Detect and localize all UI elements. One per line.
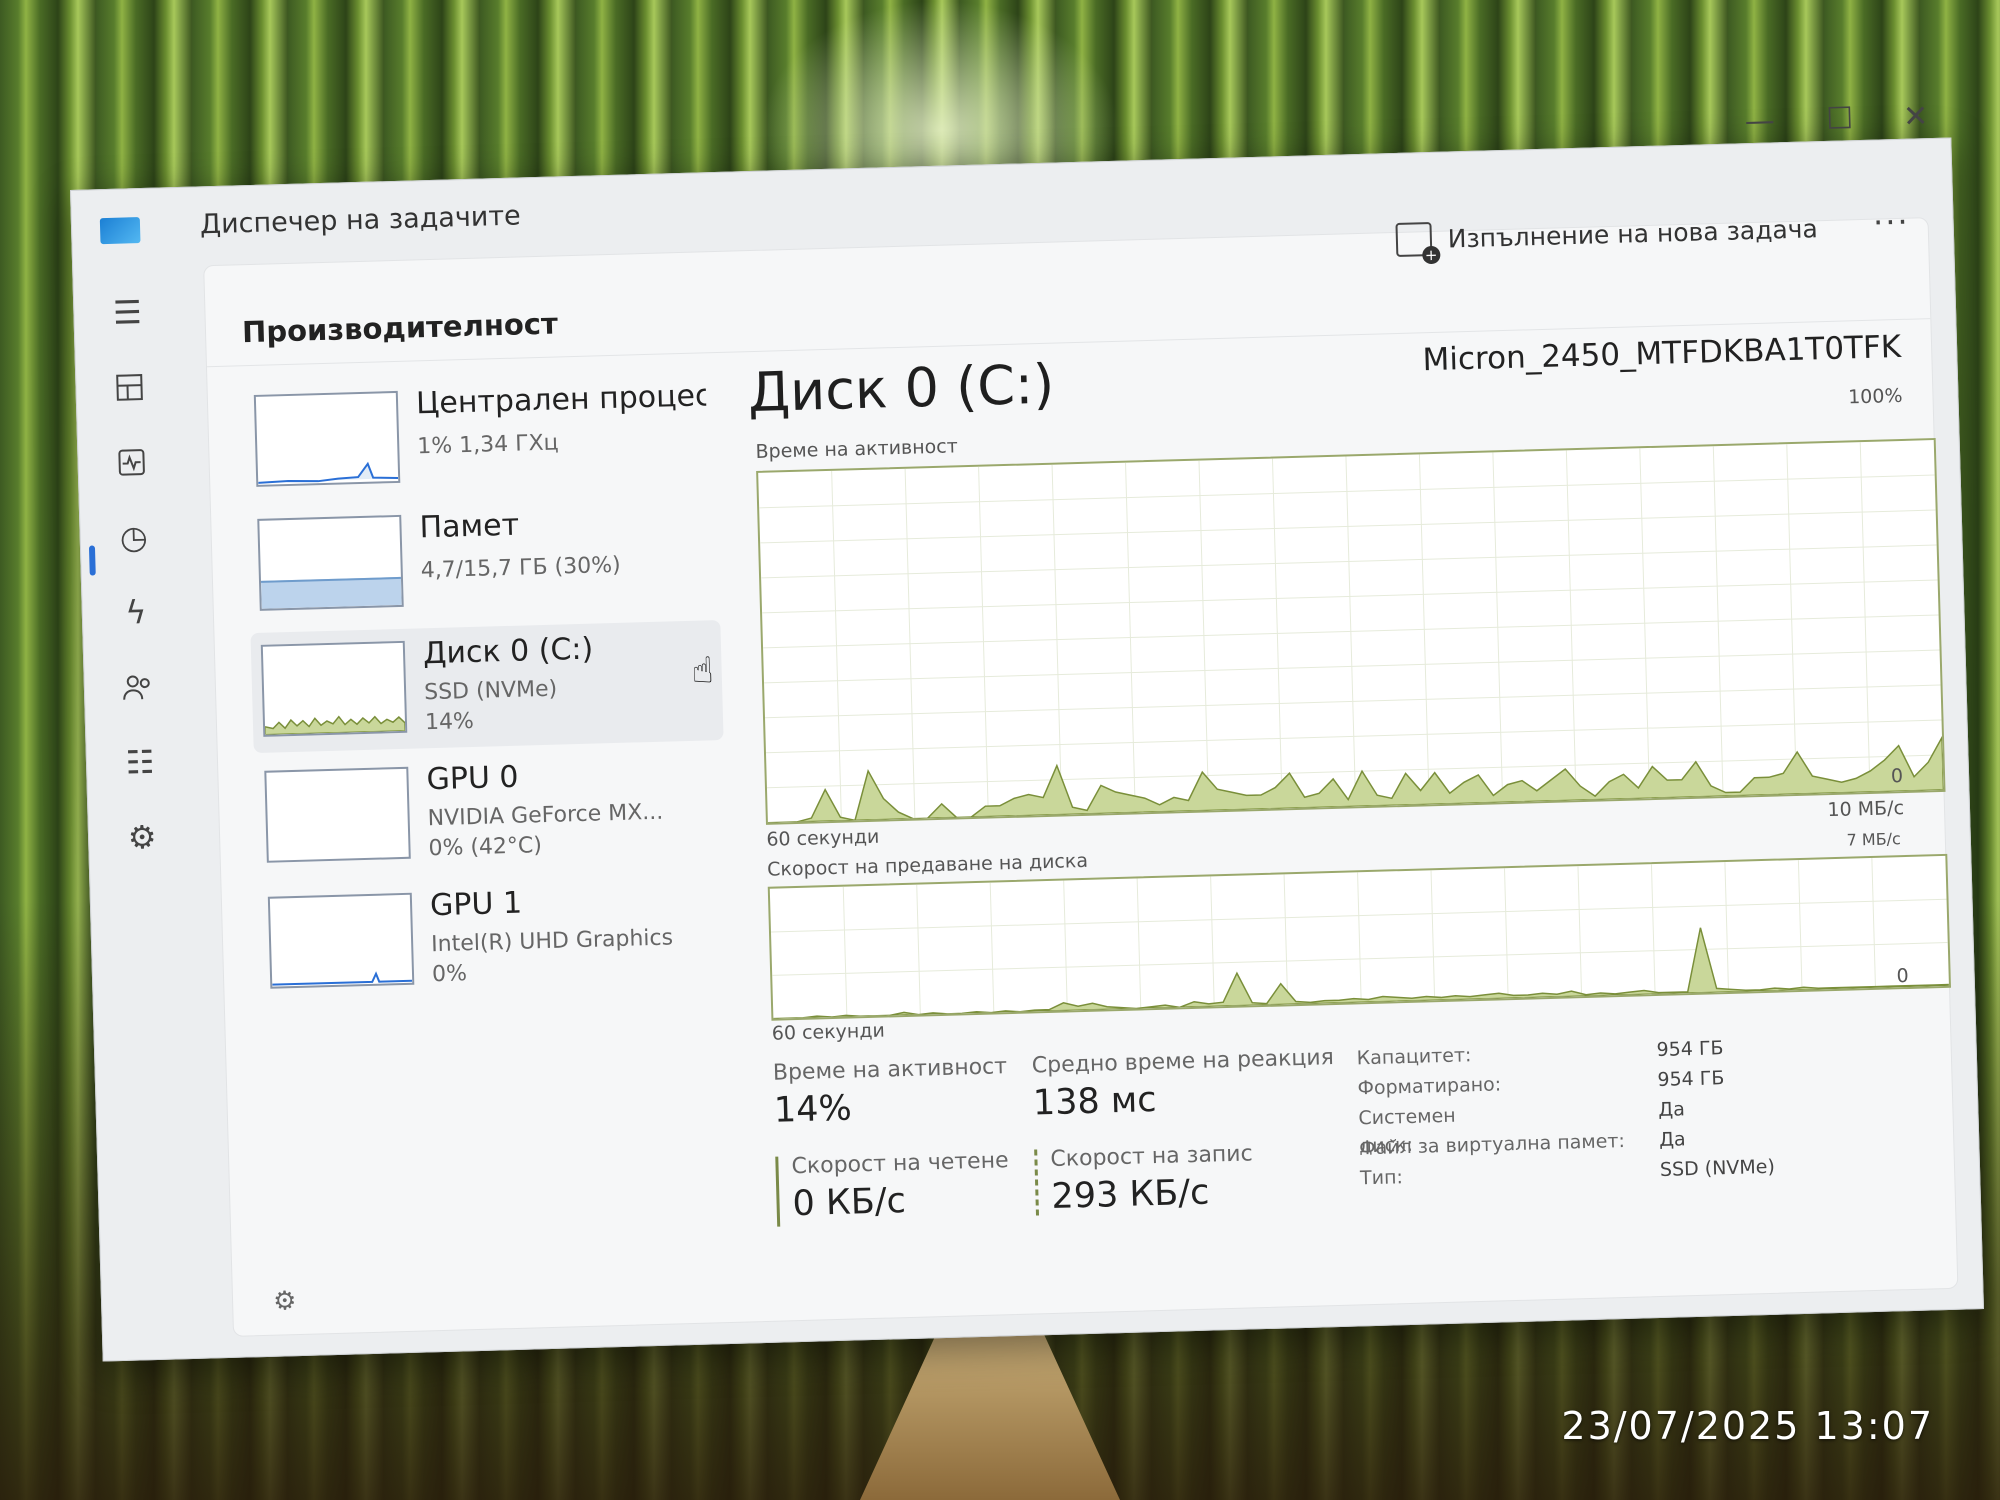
property-value-page-file: Да [1658, 1128, 1686, 1151]
maximize-button[interactable]: ☐ [1809, 101, 1870, 138]
device-item-disk[interactable]: Диск 0 (C:) SSD (NVMe) 14% ☝ [250, 620, 724, 754]
device-item-gpu1[interactable]: GPU 1 Intel(R) UHD Graphics 0% [257, 872, 730, 1005]
grid-line [1210, 876, 1215, 1007]
disk-model: Micron_2450_MTFDKBA1T0TFK [1422, 328, 1902, 379]
active-time-label: Време на активност [772, 1054, 1008, 1086]
performance-icon[interactable] [108, 439, 155, 486]
app-history-icon[interactable]: ◷ [110, 514, 157, 561]
close-button[interactable]: ✕ [1885, 99, 1946, 136]
graph2-label: Скорост на предаване на диска [766, 849, 1089, 881]
property-label-formatted: Форматирано: [1357, 1073, 1502, 1100]
device-item-cpu[interactable]: Централен процесор 1% 1,34 ГХц [243, 370, 716, 503]
details-icon[interactable]: ☷ [116, 739, 163, 786]
grid-line [1577, 866, 1583, 997]
grid-line [1503, 868, 1509, 999]
page-title: Производителност [241, 306, 559, 350]
write-speed-label: Скорост на запис [1050, 1141, 1253, 1172]
graph2-min: 0 [1896, 964, 1909, 988]
response-time-value: 138 мс [1032, 1080, 1157, 1124]
disk-detail: Диск 0 (C:) Micron_2450_MTFDKBA1T0TFK Вр… [747, 328, 1952, 1311]
device-name: Централен процесор [415, 378, 707, 422]
grid-line [1724, 862, 1730, 993]
window-title: Диспечер на задачите [199, 200, 522, 241]
device-item-memory[interactable]: Памет 4,7/15,7 ГБ (30%) [247, 494, 720, 627]
new-task-icon [1395, 222, 1433, 257]
disk-title: Диск 0 (C:) [747, 352, 1055, 425]
response-time-label: Средно време на реакция [1031, 1045, 1335, 1079]
device-item-gpu0[interactable]: GPU 0 NVIDIA GeForce MX... 0% (42°C) [254, 746, 727, 879]
device-detail: SSD (NVMe) [423, 676, 558, 706]
property-value-capacity: 954 ГБ [1656, 1037, 1724, 1062]
grid-line [989, 882, 995, 1013]
device-detail: NVIDIA GeForce MX... [427, 799, 664, 832]
grid-line [1357, 872, 1362, 1003]
property-label-capacity: Капацитет: [1356, 1044, 1472, 1070]
property-value-formatted: 954 ГБ [1657, 1067, 1725, 1092]
grid-line [1797, 859, 1803, 990]
disk-stats: Време на активност 14% Средно време на р… [767, 1029, 1921, 1227]
device-usage: 14% [424, 708, 475, 736]
read-speed-label: Скорост на четене [791, 1148, 1009, 1180]
grid-line [1063, 880, 1068, 1011]
graph1-label: Време на активност [755, 435, 959, 463]
grid-line [1283, 874, 1289, 1005]
device-detail: Intel(R) UHD Graphics [430, 925, 674, 958]
minimize-button[interactable]: — [1729, 103, 1790, 140]
graph1-min: 0 [1890, 765, 1904, 788]
active-nav-indicator [88, 545, 96, 576]
task-manager-icon [99, 217, 141, 245]
task-manager-window: Диспечер на задачите — ☐ ✕ ☰ ◷ ϟ ☷ ⚙ Про… [70, 99, 1984, 1362]
device-name: Диск 0 (C:) [422, 631, 594, 672]
property-label-page-file: Файл за виртуална памет: [1358, 1129, 1626, 1160]
grid-line [916, 884, 921, 1015]
graph2-time: 60 секунди [771, 1019, 886, 1045]
gpu0-thumbnail [264, 766, 411, 863]
menu-icon[interactable]: ☰ [104, 289, 151, 336]
write-speed-value: 293 КБ/с [1050, 1172, 1210, 1217]
read-speed-value: 0 КБ/с [792, 1181, 907, 1225]
run-new-task-label: Изпълнение на нова задача [1447, 213, 1819, 254]
hand-cursor-icon: ☝ [691, 650, 715, 692]
content-panel: Производителност Изпълнение на нова зада… [203, 203, 1959, 1337]
read-speed-bar [775, 1156, 781, 1227]
graph2-max: 10 МБ/с [1827, 797, 1905, 822]
device-detail: 4,7/15,7 ГБ (30%) [420, 552, 621, 584]
write-speed-bar [1034, 1149, 1040, 1220]
startup-apps-icon[interactable]: ϟ [112, 589, 159, 636]
services-icon[interactable]: ⚙ [118, 814, 165, 861]
cpu-thumbnail [253, 390, 401, 487]
more-options-button[interactable]: ··· [1873, 203, 1911, 242]
graph2-mid: 7 МБ/с [1846, 829, 1902, 850]
grid-line [1871, 857, 1876, 988]
property-value-system-disk: Да [1658, 1098, 1686, 1122]
graph1-max: 100% [1847, 384, 1903, 409]
grid-line [1136, 878, 1142, 1009]
device-detail: 1% 1,34 ГХц [416, 430, 559, 460]
graph1-time: 60 секунди [766, 825, 880, 851]
settings-icon[interactable]: ⚙ [273, 1286, 297, 1317]
disk-thumbnail [260, 640, 408, 737]
memory-thumbnail [257, 514, 404, 611]
device-name: GPU 1 [429, 885, 523, 924]
grid-line [1430, 870, 1436, 1001]
processes-icon[interactable] [106, 364, 153, 411]
property-value-type: SSD (NVMe) [1659, 1155, 1776, 1181]
grid-line [842, 886, 848, 1017]
device-usage: 0% [431, 961, 468, 988]
users-icon[interactable] [114, 664, 161, 711]
memory-usage-fill [260, 576, 402, 609]
active-time-graph [756, 438, 1946, 825]
device-name: GPU 0 [426, 759, 519, 798]
gpu1-thumbnail [267, 892, 415, 989]
active-time-value: 14% [773, 1088, 853, 1131]
device-usage: 0% (42°C) [428, 833, 543, 862]
device-name: Памет [419, 507, 520, 546]
property-label-type: Тип: [1359, 1166, 1404, 1190]
grid-line [1650, 864, 1656, 995]
photo-timestamp: 23/07/2025 13:07 [1561, 1404, 1934, 1448]
transfer-rate-graph [767, 853, 1952, 1021]
